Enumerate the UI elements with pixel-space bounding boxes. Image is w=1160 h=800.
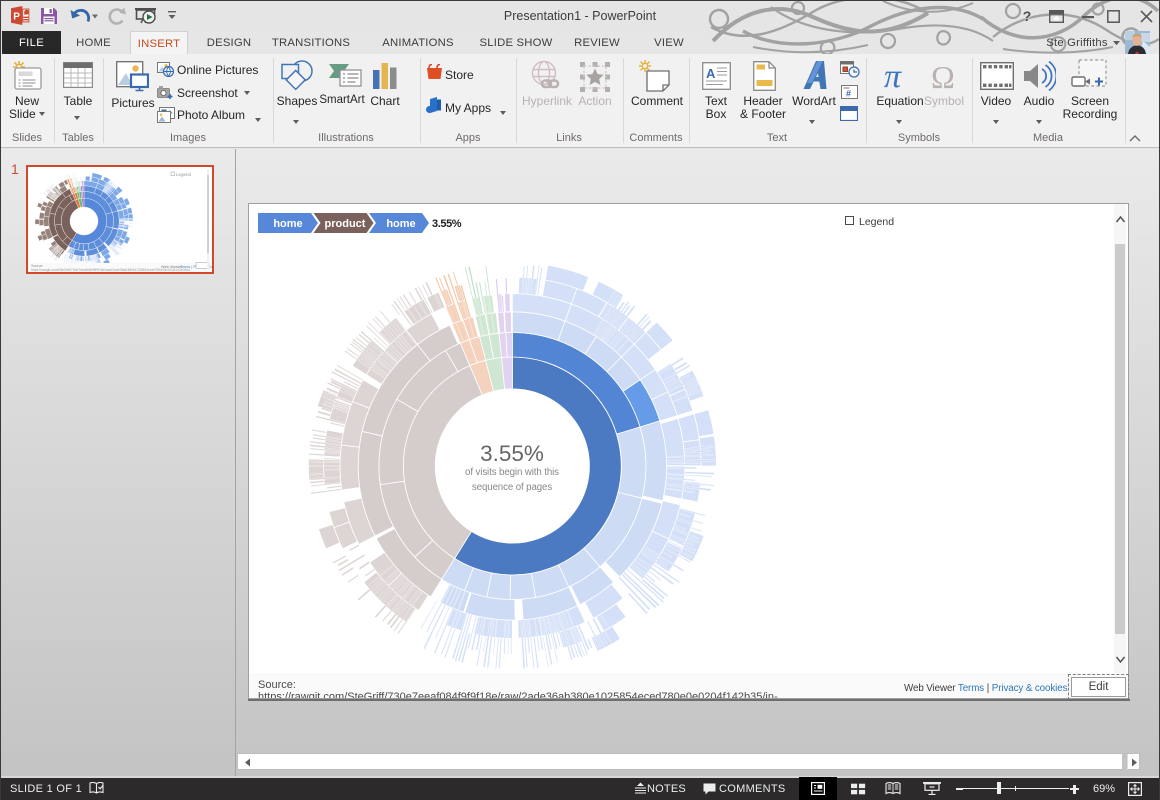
svg-text:product: product <box>325 218 366 230</box>
svg-text:Legend: Legend <box>176 172 192 177</box>
svg-text:Web Viewer: Web Viewer <box>161 265 182 269</box>
svg-text:Ω: Ω <box>931 60 955 92</box>
svg-text:P: P <box>13 12 20 23</box>
svg-text:π: π <box>884 60 902 92</box>
svg-text:#: # <box>846 89 851 99</box>
svg-text:home: home <box>273 218 302 230</box>
svg-text:A: A <box>706 66 716 81</box>
svg-text:home: home <box>386 218 415 230</box>
